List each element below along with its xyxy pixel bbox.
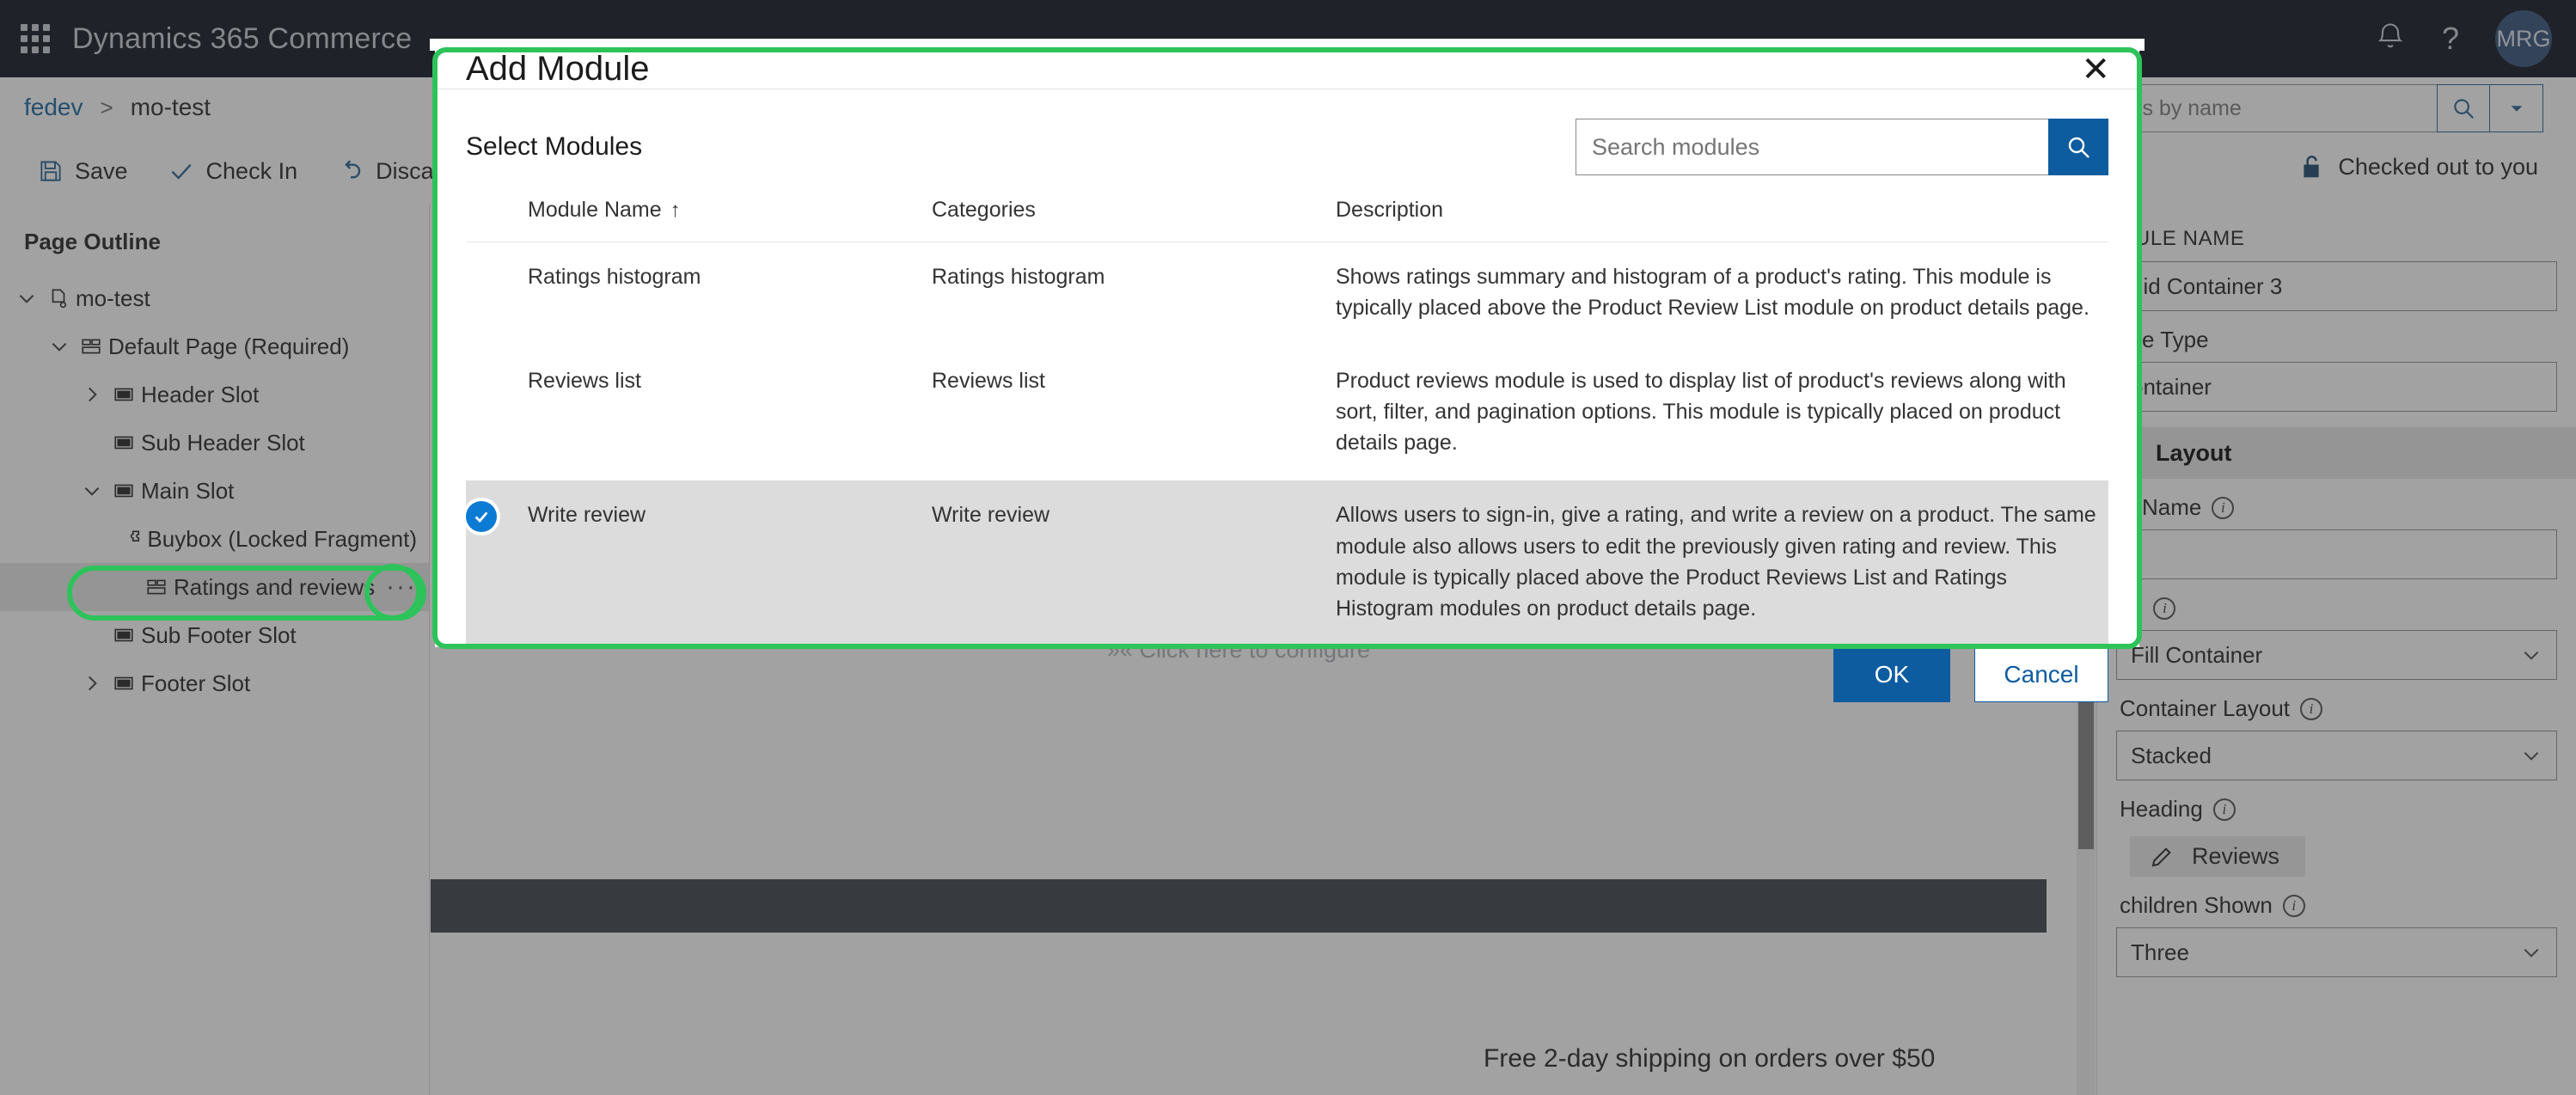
categories-column-header[interactable]: Categories [932,198,1336,242]
module-name-cell: Write review [528,480,932,647]
module-name-cell: Reviews list [528,368,641,393]
table-row[interactable]: Write review Write review Allows users to … [466,480,2108,647]
row-select-cell[interactable] [466,242,528,346]
dialog-top-pad [430,39,2145,51]
dialog-title: Add Module [466,50,650,88]
app-root: Dynamics 365 Commerce ? MRG fedev > mo-t… [0,0,2576,1095]
sort-ascending-icon: ↑ [670,199,681,222]
module-category-cell: Ratings histogram [932,265,1105,289]
checkbox-checked-icon[interactable] [466,501,497,533]
close-icon[interactable]: ✕ [2081,52,2110,87]
module-name-column-label: Module Name [528,198,662,222]
add-module-dialog: Add Module ✕ Select Modules Search modul… [435,50,2139,703]
module-search-button[interactable] [2048,119,2108,175]
modules-table-head: Module Name ↑ Categories Description [466,198,2108,242]
table-row[interactable]: Reviews list Reviews list Product reviews … [466,346,2108,481]
module-description-cell: Product reviews module is used to displa… [1336,368,2066,456]
module-name-column-header[interactable]: Module Name ↑ [528,198,932,242]
description-column-header[interactable]: Description [1336,198,2108,242]
module-category-cell: Reviews list [932,368,1045,393]
module-name-cell: Ratings histogram [528,265,701,289]
dialog-header: Add Module ✕ [435,50,2139,89]
row-select-cell[interactable] [466,346,528,481]
module-description-cell: Shows ratings summary and histogram of a… [1336,265,2090,321]
row-select-cell[interactable] [466,480,528,647]
cancel-button[interactable]: Cancel [1974,647,2108,703]
module-description-cell: Allows users to sign-in, give a rating, … [1336,480,2108,647]
module-search [1576,119,2108,175]
table-row[interactable]: Ratings histogram Ratings histogram Shows … [466,242,2108,346]
table-header-row: Module Name ↑ Categories Description [466,198,2108,242]
dialog-footer: OK Cancel [435,646,2139,703]
select-modules-label: Select Modules [466,132,643,161]
module-search-input[interactable] [1576,119,2048,175]
modules-table: Module Name ↑ Categories Description Rati… [466,198,2108,647]
select-column-header [466,198,528,242]
dialog-toolbar: Select Modules [466,119,2108,175]
module-category-cell: Write review [932,480,1336,647]
ok-button[interactable]: OK [1833,647,1950,703]
dialog-body: Select Modules Module Name ↑ [435,89,2139,647]
modules-table-body: Ratings histogram Ratings histogram Shows … [466,242,2108,647]
